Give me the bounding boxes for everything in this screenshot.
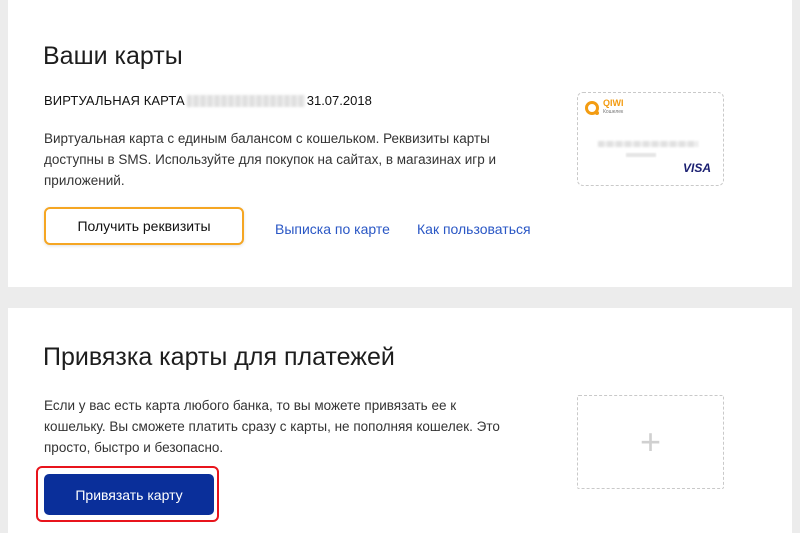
your-cards-title: Ваши карты [43, 42, 183, 70]
plus-icon: + [639, 421, 662, 462]
your-cards-panel: Ваши карты ВИРТУАЛЬНАЯ КАРТА 31.07.2018 … [8, 0, 792, 287]
qiwi-logo-icon [585, 101, 599, 115]
qiwi-brand-text: QIWI [603, 98, 624, 108]
virtual-card-line: ВИРТУАЛЬНАЯ КАРТА 31.07.2018 [44, 93, 372, 108]
virtual-card-image: QIWI Кошелек VISA [577, 92, 724, 186]
link-card-title: Привязка карты для платежей [43, 343, 395, 371]
card-image-masked-number [598, 141, 698, 147]
card-image-masked-expiry [626, 153, 656, 157]
link-card-description: Если у вас есть карта любого банка, то в… [44, 398, 500, 455]
qiwi-logo: QIWI Кошелек [585, 99, 624, 117]
visa-logo: VISA [682, 161, 711, 175]
link-card-panel: Привязка карты для платежей Если у вас е… [8, 308, 792, 533]
link-card-button[interactable]: Привязать карту [44, 474, 214, 515]
masked-card-number [186, 94, 305, 107]
card-expiry: 31.07.2018 [306, 93, 372, 108]
card-statement-link[interactable]: Выписка по карте [275, 221, 390, 237]
get-details-button[interactable]: Получить реквизиты [44, 207, 244, 245]
how-to-use-link[interactable]: Как пользоваться [417, 221, 531, 237]
virtual-card-description: Виртуальная карта с единым балансом с ко… [44, 131, 496, 188]
qiwi-brand-subtext: Кошелек [603, 109, 624, 115]
virtual-card-label: ВИРТУАЛЬНАЯ КАРТА [44, 93, 185, 108]
add-card-tile[interactable]: + [577, 395, 724, 489]
